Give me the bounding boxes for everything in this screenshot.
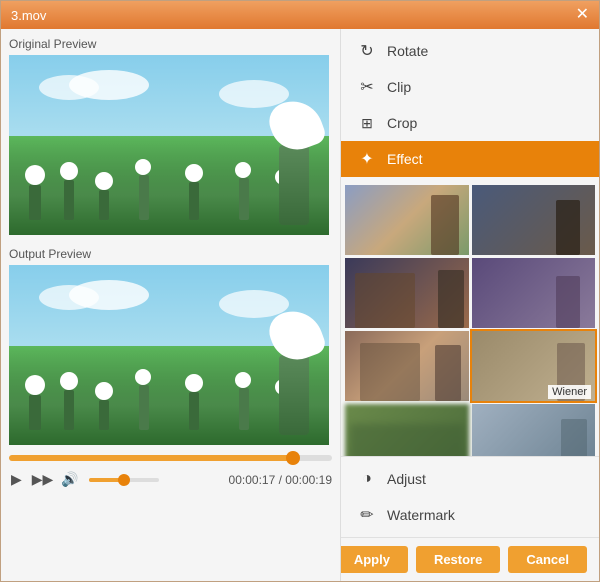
crop-icon: ⊞ (357, 113, 377, 133)
play-button[interactable]: ▶ (9, 469, 24, 490)
menu-items: ↻ Rotate ✂ Clip ⊞ Crop ✦ Effect (341, 29, 599, 181)
output-preview-section: Output Preview (1, 239, 340, 449)
effect-thumb-8[interactable] (472, 404, 596, 456)
controls-bar: ▶ ▶▶ 🔊 00:00:17 / 00:00:19 (1, 449, 340, 494)
original-preview-label: Original Preview (9, 37, 332, 51)
effect-thumb-5[interactable] (345, 331, 469, 401)
crop-label: Crop (387, 115, 417, 131)
fast-forward-button[interactable]: ▶▶ (30, 469, 56, 490)
restore-button[interactable]: Restore (416, 546, 500, 573)
output-preview-video (9, 265, 329, 445)
time-display: 00:00:17 / 00:00:19 (229, 473, 332, 487)
sidebar-item-effect[interactable]: ✦ Effect (341, 141, 599, 177)
clip-icon: ✂ (357, 77, 377, 97)
rotate-icon: ↻ (357, 41, 377, 61)
sidebar-item-watermark[interactable]: ✏ Watermark (341, 497, 599, 533)
close-button[interactable]: ✕ (576, 7, 589, 23)
main-window: 3.mov ✕ Original Preview (0, 0, 600, 582)
volume-thumb (118, 474, 130, 486)
sidebar-item-rotate[interactable]: ↻ Rotate (341, 33, 599, 69)
main-content: Original Preview (1, 29, 599, 581)
apply-button[interactable]: Apply (341, 546, 408, 573)
rotate-label: Rotate (387, 43, 428, 59)
effect-thumb-1[interactable] (345, 185, 469, 255)
sidebar-item-adjust[interactable]: ◑ Adjust (341, 461, 599, 497)
original-preview-section: Original Preview (1, 29, 340, 239)
effect-thumb-3[interactable] (345, 258, 469, 328)
adjust-label: Adjust (387, 471, 426, 487)
controls-row: ▶ ▶▶ 🔊 00:00:17 / 00:00:19 (9, 469, 332, 490)
effect-thumb-2[interactable] (472, 185, 596, 255)
effect-thumb-4[interactable] (472, 258, 596, 328)
clip-label: Clip (387, 79, 411, 95)
progress-track[interactable] (9, 455, 332, 461)
watermark-label: Watermark (387, 507, 455, 523)
sidebar-item-clip[interactable]: ✂ Clip (341, 69, 599, 105)
wiener-label: Wiener (548, 385, 591, 399)
original-preview-video (9, 55, 329, 235)
bottom-menu: ◑ Adjust ✏ Watermark (341, 456, 599, 537)
cancel-button[interactable]: Cancel (508, 546, 587, 573)
titlebar: 3.mov ✕ (1, 1, 599, 29)
watermark-icon: ✏ (357, 505, 377, 525)
time-total: 00:00:19 (285, 473, 332, 487)
progress-thumb (286, 451, 300, 465)
volume-icon: 🔊 (61, 471, 78, 488)
left-panel: Original Preview (1, 29, 341, 581)
time-current: 00:00:17 (229, 473, 276, 487)
output-preview-label: Output Preview (9, 247, 332, 261)
effect-grid: Wiener (341, 181, 599, 456)
progress-fill (9, 455, 293, 461)
effect-icon: ✦ (357, 149, 377, 169)
effect-thumb-7[interactable] (345, 404, 469, 456)
effect-label: Effect (387, 151, 423, 167)
adjust-icon: ◑ (357, 469, 377, 489)
window-title: 3.mov (11, 8, 576, 23)
action-bar: Apply Restore Cancel (341, 537, 599, 581)
volume-track[interactable] (89, 478, 159, 482)
right-panel: ↻ Rotate ✂ Clip ⊞ Crop ✦ Effect (341, 29, 599, 581)
sidebar-item-crop[interactable]: ⊞ Crop (341, 105, 599, 141)
effect-thumb-6[interactable]: Wiener (472, 331, 596, 401)
